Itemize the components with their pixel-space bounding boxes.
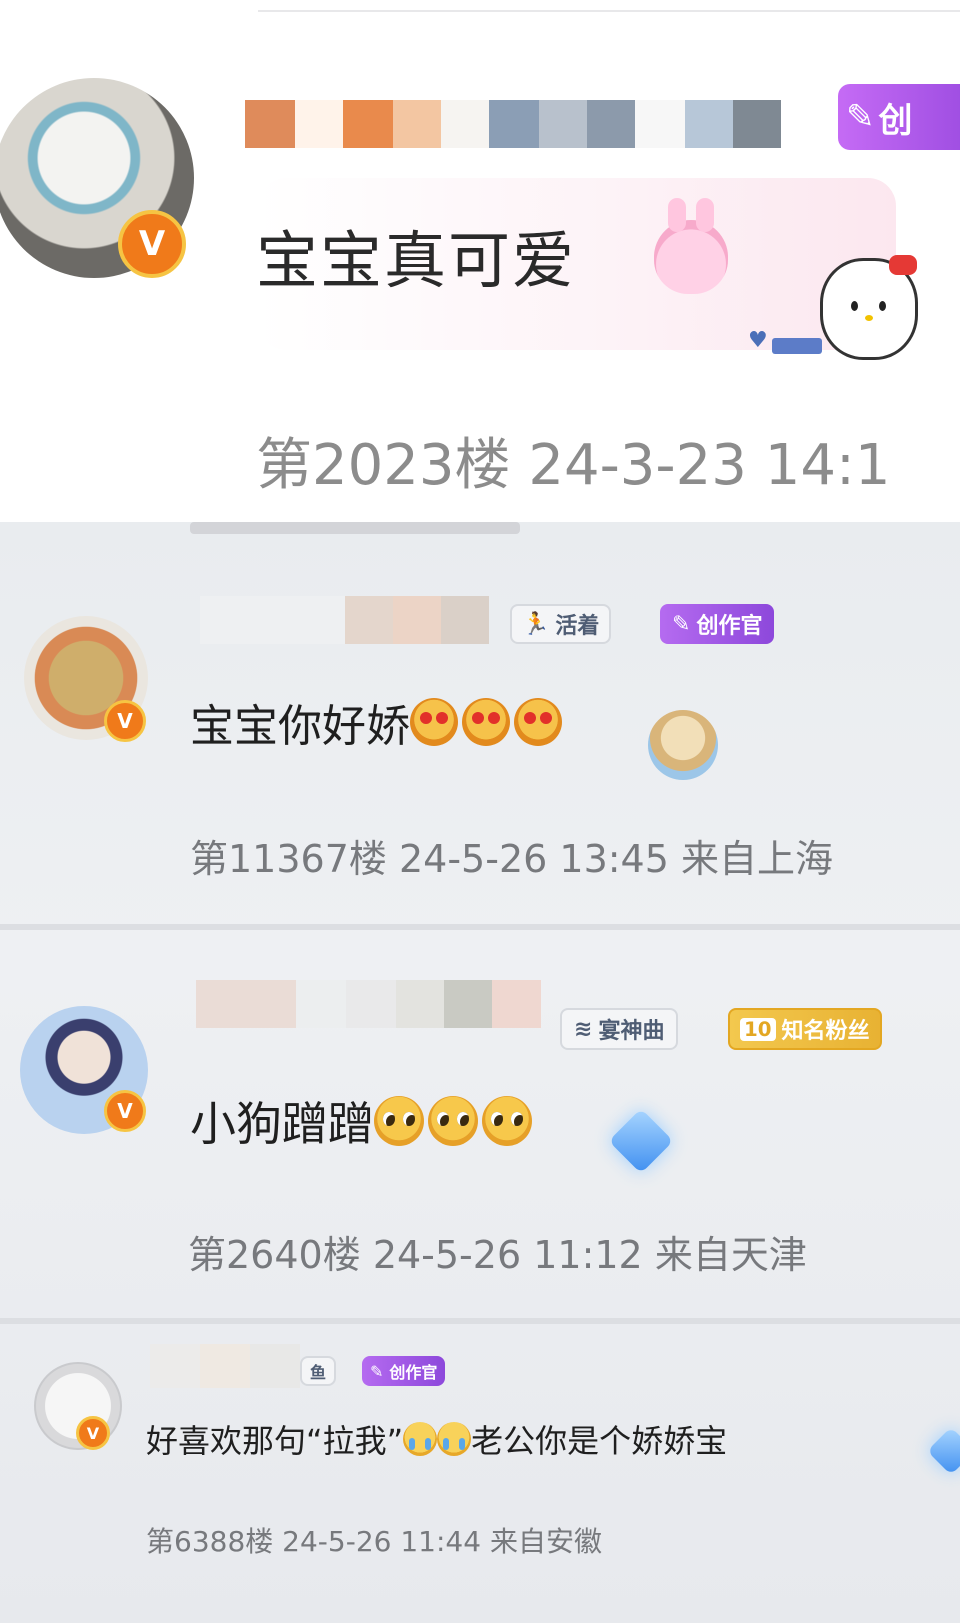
username-blurred[interactable] [150, 1344, 300, 1388]
divider [0, 924, 960, 930]
heart-eyes-emoji-icon [410, 698, 458, 746]
comment-time: 14:1 [764, 433, 891, 498]
comment-time: 11:12 [533, 1233, 643, 1277]
comment-location: 来自天津 [654, 1233, 807, 1277]
pen-icon: ✎ [672, 611, 691, 637]
pen-icon: ✎ [846, 97, 875, 137]
username-blurred[interactable] [200, 596, 490, 644]
divider [258, 10, 960, 12]
verified-badge-icon: V [104, 700, 146, 742]
comment-time: 13:45 [559, 837, 669, 881]
diamond-icon [926, 1426, 960, 1476]
tag-label: 创作官 [696, 614, 763, 639]
tag-label: 创作官 [389, 1363, 438, 1382]
wave-icon: ≋ [574, 1016, 593, 1042]
fan-badge[interactable]: 10 知名粉丝 [728, 1008, 882, 1050]
verified-badge-icon: V [104, 1090, 146, 1132]
comment-meta: 第11367楼 24-5-26 13:45 来自上海 [190, 828, 833, 883]
fan-level: 10 [740, 1017, 776, 1041]
floor-number: 第11367楼 [190, 837, 387, 881]
tag-label: 知名粉丝 [781, 1019, 870, 1044]
runner-icon: 🏃 [522, 611, 550, 637]
comment-text: 小狗蹭蹭 [190, 1097, 374, 1151]
verified-badge-icon: V [118, 210, 186, 278]
crying-emoji-icon [403, 1422, 438, 1456]
comment-date: 24-5-26 [372, 1233, 522, 1277]
user-tag[interactable]: 鱼 [300, 1356, 337, 1386]
hello-kitty-sticker-icon [820, 255, 918, 360]
comment-list: V 🏃 活着 ✎ 创作官 宝宝你好娇 第11367楼 24-5-26 13:45… [0, 522, 960, 1623]
comment-item: V ≋ 宴神曲 10 知名粉丝 小狗蹭蹭 第2640楼 24-5-26 11:1… [0, 962, 960, 1322]
floor-number: 第6388楼 [146, 1525, 274, 1558]
username-blurred[interactable] [196, 980, 541, 1028]
comment-text-row: 小狗蹭蹭 [190, 1088, 536, 1154]
creator-badge[interactable]: ✎ 创作官 [362, 1356, 446, 1386]
comment-text-row: 好喜欢那句“拉我” 老公你是个娇娇宝 [146, 1416, 727, 1462]
creator-badge[interactable]: ✎ 创 [838, 84, 960, 150]
floor-number: 第2640楼 [188, 1233, 361, 1277]
pleading-emoji-icon [428, 1096, 478, 1146]
bunny-emoji-icon [654, 198, 728, 294]
comment-location: 来自上海 [681, 837, 834, 881]
creator-badge-label: 创 [878, 100, 913, 141]
books-icon [772, 338, 822, 354]
heart-eyes-emoji-icon [462, 698, 510, 746]
comment-item: V 🏃 活着 ✎ 创作官 宝宝你好娇 第11367楼 24-5-26 13:45… [0, 582, 960, 962]
crying-emoji-icon [437, 1422, 472, 1456]
verified-badge-icon: V [76, 1416, 110, 1450]
tag-label: 活着 [555, 614, 600, 639]
pen-icon: ✎ [370, 1361, 384, 1381]
comment-time: 11:44 [400, 1525, 482, 1558]
comment-meta: 第2023楼 24-3-23 14:1 [256, 420, 890, 501]
sticker-icon [648, 710, 718, 780]
diamond-icon [608, 1108, 674, 1174]
top-comment-card: V ✎ 创 宝宝真可爱 ♥ 第2023楼 24-3-23 14:1 [0, 0, 960, 540]
creator-badge[interactable]: ✎ 创作官 [660, 604, 775, 644]
comment-item: V 鱼 ✎ 创作官 好喜欢那句“拉我” 老公你是个娇娇宝 第6388楼 24-5… [0, 1334, 960, 1623]
comment-text: 宝宝你好娇 [190, 701, 410, 752]
comment-text-row: 宝宝你好娇 [190, 690, 566, 754]
comment-text: 好喜欢那句“拉我” [146, 1422, 404, 1460]
comment-location: 来自安徽 [489, 1525, 602, 1558]
user-tag[interactable]: 🏃 活着 [510, 604, 612, 644]
user-tag[interactable]: ≋ 宴神曲 [560, 1008, 679, 1050]
cut-off-text [190, 522, 520, 534]
comment-date: 24-3-23 [528, 433, 747, 498]
heart-eyes-emoji-icon [514, 698, 562, 746]
comment-date: 24-5-26 [398, 837, 548, 881]
floor-number: 第2023楼 [256, 433, 511, 498]
tag-label: 鱼 [310, 1363, 327, 1382]
pleading-emoji-icon [374, 1096, 424, 1146]
heart-icon: ♥ [748, 328, 768, 353]
comment-text: 宝宝真可爱 [256, 224, 577, 297]
comment-text: 老公你是个娇娇宝 [471, 1422, 728, 1460]
tag-label: 宴神曲 [598, 1019, 665, 1044]
username-blurred[interactable] [245, 100, 785, 148]
comment-date: 24-5-26 [282, 1525, 392, 1558]
divider [0, 1318, 960, 1324]
comment-meta: 第6388楼 24-5-26 11:44 来自安徽 [146, 1520, 602, 1560]
pleading-emoji-icon [482, 1096, 532, 1146]
comment-meta: 第2640楼 24-5-26 11:12 来自天津 [188, 1224, 807, 1279]
